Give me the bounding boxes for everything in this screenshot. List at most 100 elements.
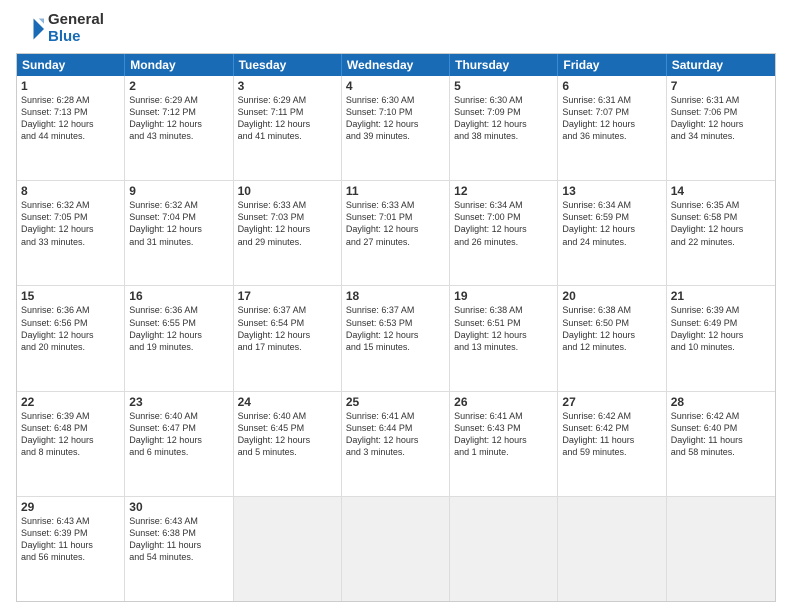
cal-cell-empty (234, 497, 342, 601)
day-info: Sunrise: 6:39 AM Sunset: 6:48 PM Dayligh… (21, 410, 120, 459)
day-info: Sunrise: 6:39 AM Sunset: 6:49 PM Dayligh… (671, 304, 771, 353)
cal-cell-day-14: 14Sunrise: 6:35 AM Sunset: 6:58 PM Dayli… (667, 181, 775, 285)
calendar-row-4: 29Sunrise: 6:43 AM Sunset: 6:39 PM Dayli… (17, 497, 775, 601)
calendar-body: 1Sunrise: 6:28 AM Sunset: 7:13 PM Daylig… (17, 76, 775, 601)
cal-cell-empty (342, 497, 450, 601)
day-number: 10 (238, 184, 337, 198)
day-number: 5 (454, 79, 553, 93)
day-info: Sunrise: 6:34 AM Sunset: 6:59 PM Dayligh… (562, 199, 661, 248)
cal-cell-day-27: 27Sunrise: 6:42 AM Sunset: 6:42 PM Dayli… (558, 392, 666, 496)
day-number: 1 (21, 79, 120, 93)
calendar-header-row: SundayMondayTuesdayWednesdayThursdayFrid… (17, 54, 775, 76)
cal-cell-day-26: 26Sunrise: 6:41 AM Sunset: 6:43 PM Dayli… (450, 392, 558, 496)
day-number: 25 (346, 395, 445, 409)
day-info: Sunrise: 6:36 AM Sunset: 6:56 PM Dayligh… (21, 304, 120, 353)
cal-cell-day-12: 12Sunrise: 6:34 AM Sunset: 7:00 PM Dayli… (450, 181, 558, 285)
day-info: Sunrise: 6:42 AM Sunset: 6:40 PM Dayligh… (671, 410, 771, 459)
calendar: SundayMondayTuesdayWednesdayThursdayFrid… (16, 53, 776, 602)
day-number: 19 (454, 289, 553, 303)
day-info: Sunrise: 6:40 AM Sunset: 6:47 PM Dayligh… (129, 410, 228, 459)
cal-cell-empty (667, 497, 775, 601)
cal-cell-day-6: 6Sunrise: 6:31 AM Sunset: 7:07 PM Daylig… (558, 76, 666, 180)
cal-cell-day-8: 8Sunrise: 6:32 AM Sunset: 7:05 PM Daylig… (17, 181, 125, 285)
logo-icon (16, 15, 44, 43)
cal-cell-day-15: 15Sunrise: 6:36 AM Sunset: 6:56 PM Dayli… (17, 286, 125, 390)
page-header: General Blue (16, 12, 776, 45)
day-info: Sunrise: 6:34 AM Sunset: 7:00 PM Dayligh… (454, 199, 553, 248)
cal-cell-day-30: 30Sunrise: 6:43 AM Sunset: 6:38 PM Dayli… (125, 497, 233, 601)
cal-cell-day-22: 22Sunrise: 6:39 AM Sunset: 6:48 PM Dayli… (17, 392, 125, 496)
cal-cell-day-1: 1Sunrise: 6:28 AM Sunset: 7:13 PM Daylig… (17, 76, 125, 180)
day-info: Sunrise: 6:41 AM Sunset: 6:44 PM Dayligh… (346, 410, 445, 459)
cal-cell-day-21: 21Sunrise: 6:39 AM Sunset: 6:49 PM Dayli… (667, 286, 775, 390)
header-cell-monday: Monday (125, 54, 233, 76)
day-info: Sunrise: 6:33 AM Sunset: 7:03 PM Dayligh… (238, 199, 337, 248)
day-number: 2 (129, 79, 228, 93)
cal-cell-day-16: 16Sunrise: 6:36 AM Sunset: 6:55 PM Dayli… (125, 286, 233, 390)
logo: General Blue (16, 12, 104, 45)
day-number: 8 (21, 184, 120, 198)
day-info: Sunrise: 6:40 AM Sunset: 6:45 PM Dayligh… (238, 410, 337, 459)
cal-cell-day-3: 3Sunrise: 6:29 AM Sunset: 7:11 PM Daylig… (234, 76, 342, 180)
day-number: 22 (21, 395, 120, 409)
day-number: 6 (562, 79, 661, 93)
day-number: 24 (238, 395, 337, 409)
header-cell-thursday: Thursday (450, 54, 558, 76)
cal-cell-day-11: 11Sunrise: 6:33 AM Sunset: 7:01 PM Dayli… (342, 181, 450, 285)
cal-cell-day-4: 4Sunrise: 6:30 AM Sunset: 7:10 PM Daylig… (342, 76, 450, 180)
day-number: 11 (346, 184, 445, 198)
day-number: 26 (454, 395, 553, 409)
logo-text: General Blue (48, 12, 104, 45)
cal-cell-day-7: 7Sunrise: 6:31 AM Sunset: 7:06 PM Daylig… (667, 76, 775, 180)
day-info: Sunrise: 6:43 AM Sunset: 6:38 PM Dayligh… (129, 515, 228, 564)
cal-cell-day-19: 19Sunrise: 6:38 AM Sunset: 6:51 PM Dayli… (450, 286, 558, 390)
day-info: Sunrise: 6:37 AM Sunset: 6:54 PM Dayligh… (238, 304, 337, 353)
day-number: 21 (671, 289, 771, 303)
cal-cell-day-5: 5Sunrise: 6:30 AM Sunset: 7:09 PM Daylig… (450, 76, 558, 180)
day-info: Sunrise: 6:38 AM Sunset: 6:50 PM Dayligh… (562, 304, 661, 353)
day-number: 30 (129, 500, 228, 514)
day-number: 23 (129, 395, 228, 409)
day-info: Sunrise: 6:28 AM Sunset: 7:13 PM Dayligh… (21, 94, 120, 143)
day-number: 14 (671, 184, 771, 198)
day-info: Sunrise: 6:31 AM Sunset: 7:07 PM Dayligh… (562, 94, 661, 143)
header-cell-wednesday: Wednesday (342, 54, 450, 76)
day-number: 7 (671, 79, 771, 93)
cal-cell-day-18: 18Sunrise: 6:37 AM Sunset: 6:53 PM Dayli… (342, 286, 450, 390)
header-cell-tuesday: Tuesday (234, 54, 342, 76)
cal-cell-day-24: 24Sunrise: 6:40 AM Sunset: 6:45 PM Dayli… (234, 392, 342, 496)
calendar-row-2: 15Sunrise: 6:36 AM Sunset: 6:56 PM Dayli… (17, 286, 775, 391)
calendar-row-0: 1Sunrise: 6:28 AM Sunset: 7:13 PM Daylig… (17, 76, 775, 181)
cal-cell-empty (450, 497, 558, 601)
cal-cell-day-9: 9Sunrise: 6:32 AM Sunset: 7:04 PM Daylig… (125, 181, 233, 285)
day-info: Sunrise: 6:33 AM Sunset: 7:01 PM Dayligh… (346, 199, 445, 248)
cal-cell-day-25: 25Sunrise: 6:41 AM Sunset: 6:44 PM Dayli… (342, 392, 450, 496)
day-number: 17 (238, 289, 337, 303)
day-number: 18 (346, 289, 445, 303)
day-number: 16 (129, 289, 228, 303)
day-info: Sunrise: 6:30 AM Sunset: 7:10 PM Dayligh… (346, 94, 445, 143)
day-info: Sunrise: 6:41 AM Sunset: 6:43 PM Dayligh… (454, 410, 553, 459)
day-info: Sunrise: 6:29 AM Sunset: 7:12 PM Dayligh… (129, 94, 228, 143)
day-info: Sunrise: 6:32 AM Sunset: 7:04 PM Dayligh… (129, 199, 228, 248)
day-number: 9 (129, 184, 228, 198)
day-number: 13 (562, 184, 661, 198)
cal-cell-empty (558, 497, 666, 601)
day-number: 3 (238, 79, 337, 93)
cal-cell-day-13: 13Sunrise: 6:34 AM Sunset: 6:59 PM Dayli… (558, 181, 666, 285)
cal-cell-day-23: 23Sunrise: 6:40 AM Sunset: 6:47 PM Dayli… (125, 392, 233, 496)
day-number: 29 (21, 500, 120, 514)
day-number: 20 (562, 289, 661, 303)
header-cell-sunday: Sunday (17, 54, 125, 76)
day-number: 28 (671, 395, 771, 409)
cal-cell-day-17: 17Sunrise: 6:37 AM Sunset: 6:54 PM Dayli… (234, 286, 342, 390)
cal-cell-day-2: 2Sunrise: 6:29 AM Sunset: 7:12 PM Daylig… (125, 76, 233, 180)
header-cell-saturday: Saturday (667, 54, 775, 76)
header-cell-friday: Friday (558, 54, 666, 76)
day-number: 12 (454, 184, 553, 198)
day-info: Sunrise: 6:42 AM Sunset: 6:42 PM Dayligh… (562, 410, 661, 459)
day-info: Sunrise: 6:43 AM Sunset: 6:39 PM Dayligh… (21, 515, 120, 564)
calendar-row-1: 8Sunrise: 6:32 AM Sunset: 7:05 PM Daylig… (17, 181, 775, 286)
cal-cell-day-20: 20Sunrise: 6:38 AM Sunset: 6:50 PM Dayli… (558, 286, 666, 390)
day-info: Sunrise: 6:32 AM Sunset: 7:05 PM Dayligh… (21, 199, 120, 248)
